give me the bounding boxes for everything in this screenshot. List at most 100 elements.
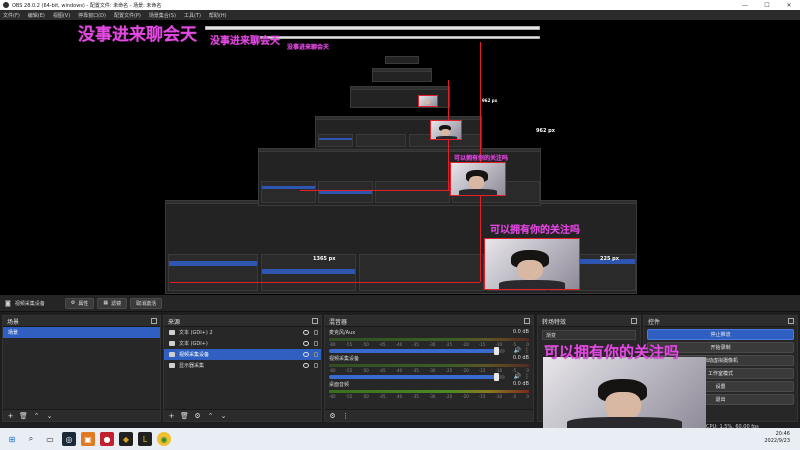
filters-button[interactable]: ▦ 滤镜 <box>97 297 128 309</box>
steam-icon[interactable]: ◎ <box>62 432 76 446</box>
controls-dock-title: 控件 <box>644 316 797 327</box>
channel-name: 桌面音频 <box>329 382 350 388</box>
danmu-follow-overlay: 可以拥有你的关注吗 <box>544 343 680 361</box>
move-up-icon[interactable]: ⌃ <box>206 411 215 420</box>
scenes-dock-title: 场景 <box>3 316 160 327</box>
source-item-text-2[interactable]: 文本 (GDI+) 2 <box>164 327 321 338</box>
search-icon[interactable]: ⌕ <box>24 432 38 446</box>
minimize-button[interactable]: — <box>734 0 756 10</box>
filter-icon: ▦ <box>103 300 109 306</box>
channel-db: 0.0 dB <box>512 355 529 361</box>
danmu-chat-large: 没事进来聊会天 <box>78 25 197 45</box>
source-item-text[interactable]: 文本 (GDI+) <box>164 338 321 349</box>
mixer-channel-mic: 麦克风/Aux 0.0 dB -60 -55 -50 -45 -40 -35 -30 -25 -2… <box>325 327 533 355</box>
add-scene-button[interactable]: + <box>6 411 15 420</box>
visibility-eye-icon[interactable] <box>303 363 309 368</box>
nested-frame-5 <box>372 68 432 82</box>
channel-name: 视频采集设备 <box>329 356 360 362</box>
system-tray-clock[interactable]: 20:46 2022/9/23 <box>764 431 790 445</box>
camera-icon: ◙ <box>5 299 11 307</box>
transition-select[interactable]: 渐变 <box>542 330 636 340</box>
properties-button[interactable]: ⚙ 属性 <box>64 297 95 309</box>
windows-start-icon[interactable]: ⊞ <box>5 432 19 446</box>
move-up-icon[interactable]: ⌃ <box>32 411 41 420</box>
move-down-icon[interactable]: ⌄ <box>45 411 54 420</box>
measure-label-225: 225 px <box>600 256 619 262</box>
monitor-icon <box>169 363 175 368</box>
menu-profile[interactable]: 配置文件(P) <box>114 12 141 19</box>
window-title: OBS 28.0.2 (64-bit, windows) - 配置文件: 未命名… <box>12 2 162 9</box>
task-view-icon[interactable]: ▭ <box>43 432 57 446</box>
meter-scale: -60 -55 -50 -45 -40 -35 -30 -25 -20 -15 -10 -5 0 <box>329 368 529 373</box>
app-orange-icon[interactable]: ▣ <box>81 432 95 446</box>
undock-icon[interactable] <box>788 318 794 324</box>
webcam-overlay <box>543 357 706 430</box>
danmu-chat-small: 没事进来聊会天 <box>287 44 330 51</box>
measure-label-962: 962 px <box>536 128 555 134</box>
undock-icon[interactable] <box>151 318 157 324</box>
source-item-display-capture[interactable]: 显示器采集 <box>164 360 321 371</box>
audio-meter <box>329 364 529 367</box>
remove-source-button[interactable]: 🗑 <box>180 411 189 420</box>
meter-scale: -60 -55 -50 -45 -40 -35 -30 -25 -20 -15 -10 -5 0 <box>329 394 529 399</box>
channel-db: 0.0 dB <box>512 381 529 387</box>
menu-edit[interactable]: 编辑(E) <box>28 12 45 19</box>
menu-tools[interactable]: 工具(T) <box>184 12 201 19</box>
preview-canvas[interactable]: 没事进来聊会天 没事进来聊会天 没事进来聊会天 可以拥有你的关注吗 可以拥有你的… <box>0 20 800 295</box>
add-source-button[interactable]: + <box>167 411 176 420</box>
sources-dock: 来源 文本 (GDI+) 2 文本 (GDI+) 视频采集设备 显示器采集 + … <box>163 315 322 422</box>
scene-item[interactable]: 场景 <box>3 327 160 338</box>
app-yellow-icon[interactable]: L <box>138 432 152 446</box>
stop-streaming-button[interactable]: 停止推流 <box>647 329 794 340</box>
remove-scene-button[interactable]: 🗑 <box>19 411 28 420</box>
close-button[interactable]: ✕ <box>778 0 800 10</box>
maximize-button[interactable]: ☐ <box>756 0 778 10</box>
visibility-eye-icon[interactable] <box>303 341 309 346</box>
transitions-dock-title: 转场特效 <box>538 316 640 327</box>
source-settings-gear-icon[interactable]: ⚙ <box>193 411 202 420</box>
undock-icon[interactable] <box>631 318 637 324</box>
measure-label-small: 962 px <box>482 98 498 103</box>
more-options-icon[interactable]: ⋮ <box>341 411 350 420</box>
source-toolbar: ◙ 视频采集设备 ⚙ 属性 ▦ 滤镜 取消激活 <box>0 295 800 312</box>
channel-db: 0.0 dB <box>512 329 529 335</box>
menu-view[interactable]: 视图(V) <box>53 12 70 19</box>
sources-dock-title: 来源 <box>164 316 321 327</box>
audio-meter <box>329 390 529 393</box>
lock-icon[interactable] <box>314 330 318 335</box>
visibility-eye-icon[interactable] <box>303 352 309 357</box>
lock-icon[interactable] <box>314 363 318 368</box>
chrome-icon[interactable]: ◉ <box>157 432 171 446</box>
undock-icon[interactable] <box>524 318 530 324</box>
undock-icon[interactable] <box>312 318 318 324</box>
mixer-channel-video: 视频采集设备 0.0 dB -60 -55 -50 -45 -40 -35 -30 -25 -20… <box>325 353 533 381</box>
mixer-dock-title: 混音器 <box>325 316 533 327</box>
app-red-icon[interactable]: ● <box>100 432 114 446</box>
text-icon <box>169 341 175 346</box>
advanced-audio-gear-icon[interactable]: ⚙ <box>328 411 337 420</box>
visibility-eye-icon[interactable] <box>303 330 309 335</box>
danmu-follow-preview-small: 可以拥有你的关注吗 <box>454 155 509 162</box>
nested-frame-6 <box>385 56 419 64</box>
danmu-follow-preview: 可以拥有你的关注吗 <box>490 225 580 236</box>
menu-docks[interactable]: 停靠窗口(D) <box>78 12 106 19</box>
menu-help[interactable]: 帮助(H) <box>209 12 227 19</box>
menu-file[interactable]: 文件(F) <box>3 12 20 19</box>
guide-line-horizontal-2 <box>300 190 452 191</box>
webcam-preview-large[interactable] <box>484 238 580 290</box>
deactivate-button[interactable]: 取消激活 <box>130 297 163 309</box>
menu-bar: 文件(F) 编辑(E) 视图(V) 停靠窗口(D) 配置文件(P) 场景集合(S… <box>0 10 800 20</box>
measure-label-1365: 1365 px <box>313 256 336 262</box>
mixer-channel-desktop: 桌面音频 0.0 dB -60 -55 -50 -45 -40 -35 -30 -25 -20 -1… <box>325 379 533 405</box>
webcam-preview-mid <box>450 162 506 196</box>
source-item-video-capture[interactable]: 视频采集设备 <box>164 349 321 360</box>
move-down-icon[interactable]: ⌄ <box>219 411 228 420</box>
selected-source-name: 视频采集设备 <box>14 300 45 307</box>
lock-icon[interactable] <box>314 341 318 346</box>
lock-icon[interactable] <box>314 352 318 357</box>
menu-scene-collection[interactable]: 场景集合(S) <box>149 12 176 19</box>
nested-frame-top-2 <box>260 36 540 39</box>
channel-name: 麦克风/Aux <box>329 330 356 336</box>
mixer-footer: ⚙ ⋮ <box>325 409 533 421</box>
app-game-icon[interactable]: ◆ <box>119 432 133 446</box>
